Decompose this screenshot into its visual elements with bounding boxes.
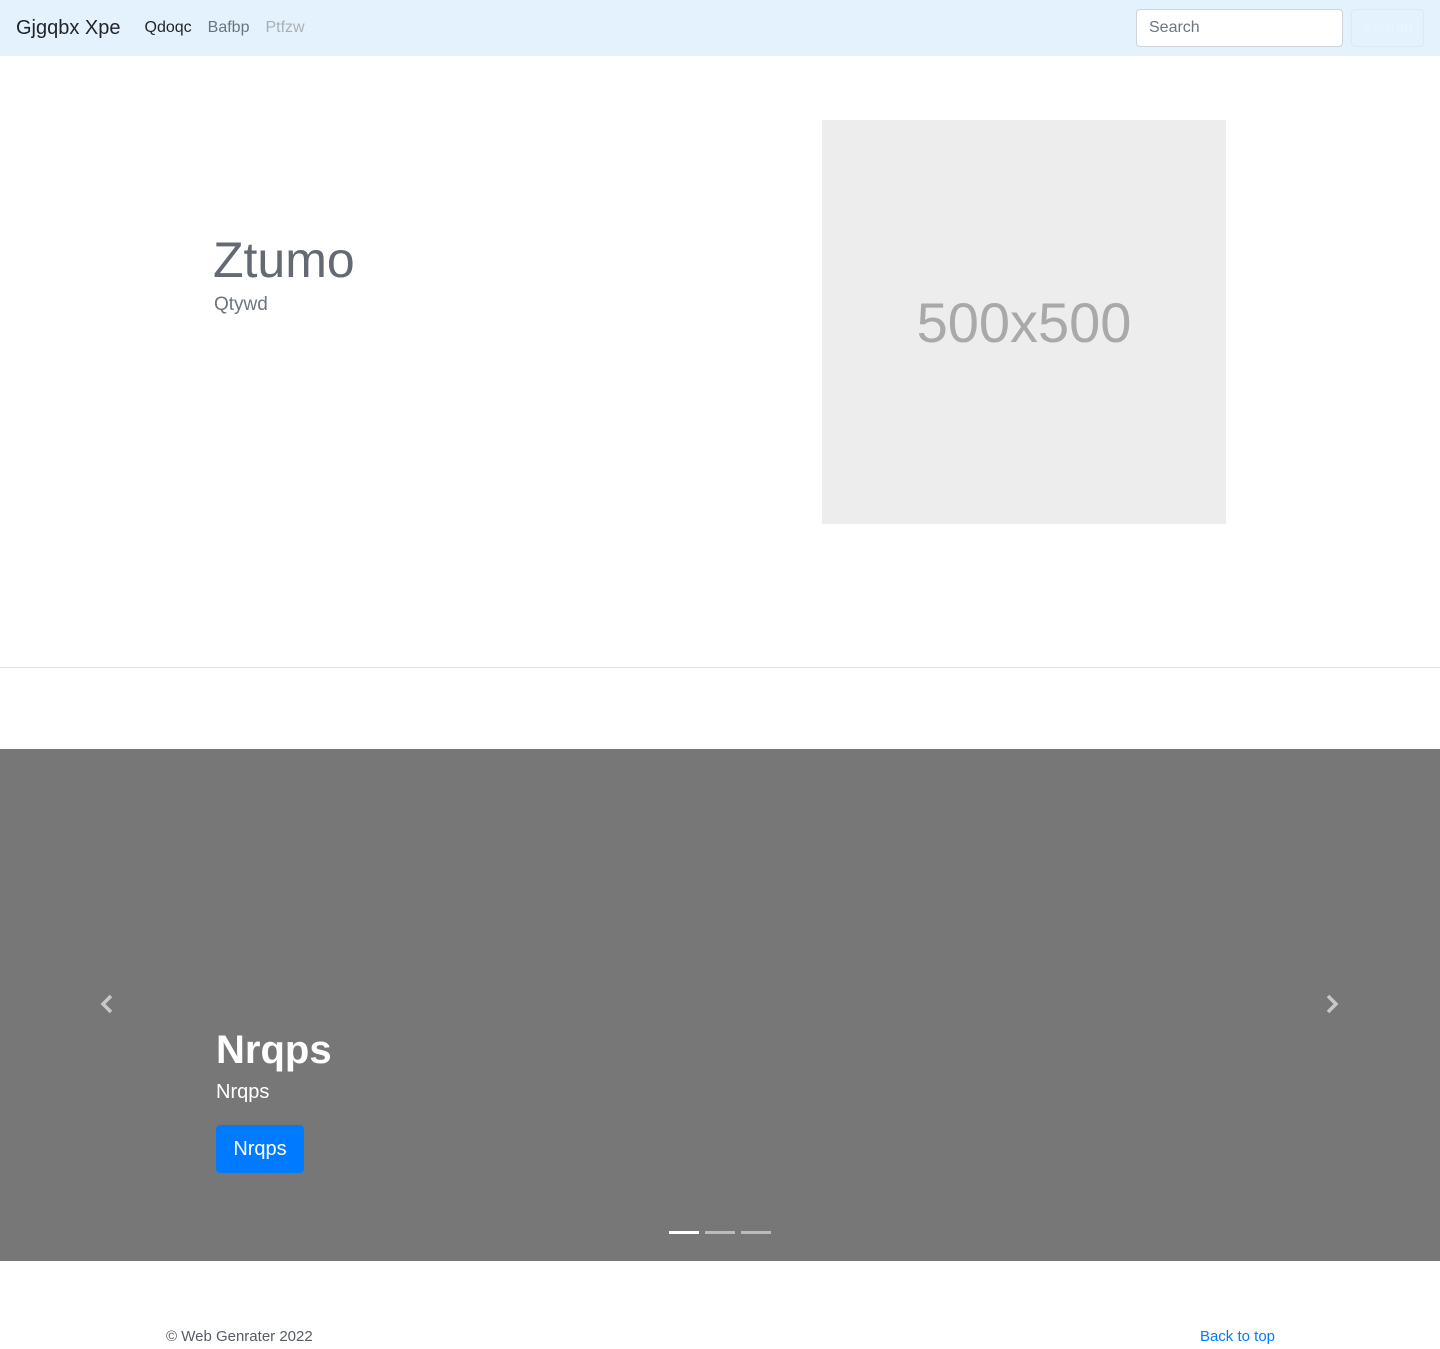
nav-link-ptfzw[interactable]: Ptfzw — [265, 19, 304, 37]
carousel-caption-title: Nrqps — [216, 1028, 332, 1072]
placeholder-image: 500x500 — [822, 120, 1226, 524]
hero-title: Ztumo — [213, 232, 355, 288]
back-to-top-link[interactable]: Back to top — [1200, 1328, 1275, 1345]
placeholder-image-label: 500x500 — [916, 290, 1132, 354]
chevron-right-icon — [1326, 994, 1339, 1014]
carousel: Nrqps Nrqps Nrqps — [0, 749, 1440, 1261]
search-input[interactable] — [1136, 9, 1343, 47]
nav-link-bafbp[interactable]: Bafbp — [208, 19, 250, 37]
chevron-left-icon — [100, 994, 113, 1014]
carousel-prev-button[interactable] — [96, 992, 120, 1016]
nav-link-qdoqc[interactable]: Qdoqc — [145, 19, 192, 37]
carousel-indicator[interactable] — [705, 1231, 735, 1234]
carousel-indicator[interactable] — [669, 1231, 699, 1234]
hero-subtitle: Qtywd — [214, 294, 268, 315]
navbar-brand[interactable]: Gjgqbx Xpe — [16, 0, 121, 56]
search-button[interactable]: Search — [1351, 9, 1424, 47]
carousel-caption-text: Nrqps — [216, 1081, 270, 1103]
footer-copyright: © Web Genrater 2022 — [166, 1328, 313, 1345]
search-form: Search — [1136, 9, 1424, 47]
carousel-caption-button[interactable]: Nrqps — [216, 1125, 304, 1173]
carousel-indicators — [669, 1231, 771, 1234]
carousel-next-button[interactable] — [1319, 992, 1343, 1016]
navbar: Gjgqbx Xpe Qdoqc Bafbp Ptfzw Search — [0, 0, 1440, 56]
carousel-indicator[interactable] — [741, 1231, 771, 1234]
section-divider — [0, 667, 1440, 668]
